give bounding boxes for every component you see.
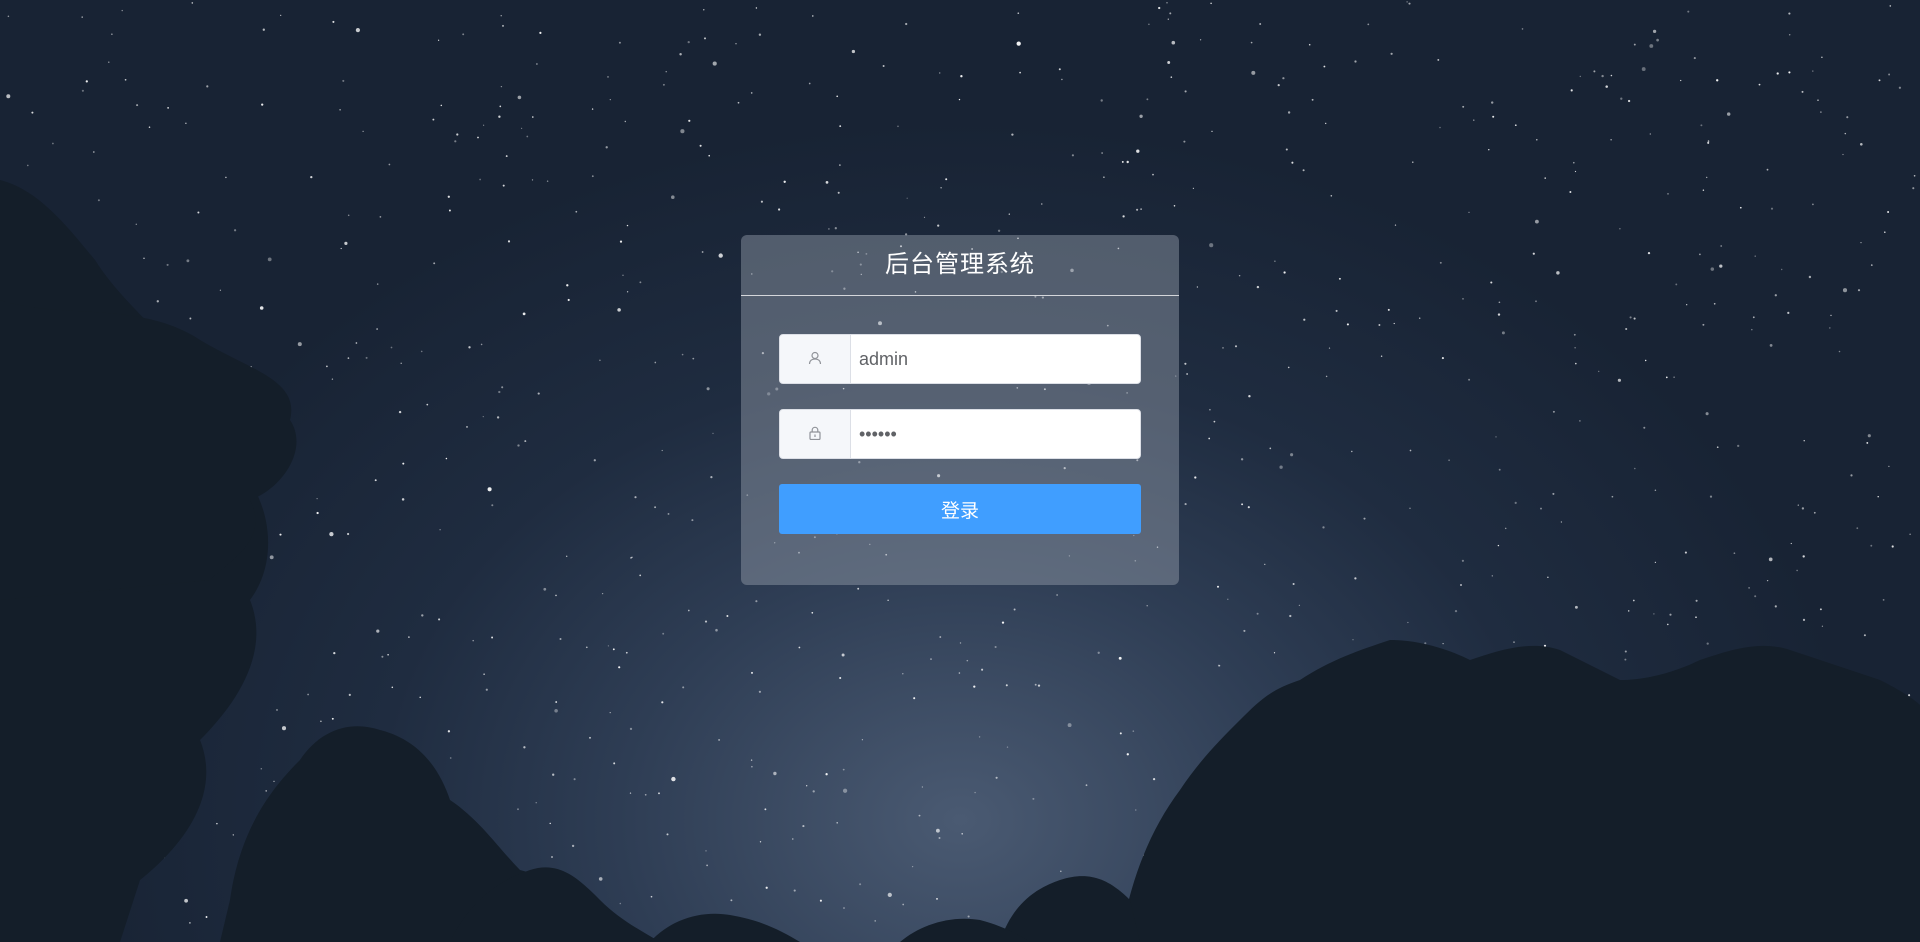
password-prepend xyxy=(780,410,851,458)
username-input[interactable] xyxy=(851,335,1140,383)
page-title: 后台管理系统 xyxy=(741,235,1179,296)
password-input-group xyxy=(779,409,1141,459)
login-button[interactable]: 登录 xyxy=(779,484,1141,534)
username-input-group xyxy=(779,334,1141,384)
login-form: 登录 xyxy=(741,296,1179,534)
lock-icon xyxy=(808,425,822,444)
login-panel: 后台管理系统 admin •••••• 登录 xyxy=(741,235,1179,585)
user-icon xyxy=(808,350,822,369)
username-prepend xyxy=(780,335,851,383)
password-input[interactable] xyxy=(851,410,1140,458)
